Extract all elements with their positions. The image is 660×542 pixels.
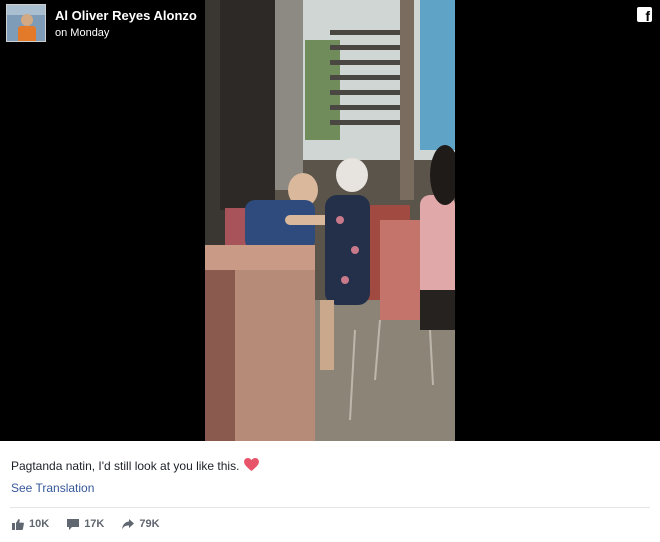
like-count-button[interactable]: 10K (12, 518, 49, 530)
video-scene-image (205, 0, 455, 441)
share-count-button[interactable]: 79K (122, 518, 160, 530)
author-name[interactable]: Al Oliver Reyes Alonzo (55, 8, 197, 24)
facebook-icon[interactable]: f (637, 7, 652, 24)
post-time[interactable]: on Monday (55, 26, 197, 40)
comment-count: 17K (84, 518, 105, 530)
heart-icon (244, 458, 260, 474)
divider (10, 507, 650, 508)
thumbs-up-icon (12, 518, 24, 530)
share-count: 79K (139, 518, 160, 530)
post-caption: Pagtanda natin, I'd still look at you li… (11, 458, 260, 474)
video-player[interactable]: Al Oliver Reyes Alonzo on Monday f (0, 0, 660, 441)
share-arrow-icon (122, 518, 135, 529)
like-count: 10K (29, 518, 50, 530)
author-avatar[interactable] (6, 4, 46, 42)
comment-icon (67, 518, 80, 530)
video-frame[interactable] (205, 0, 455, 441)
post-header: Al Oliver Reyes Alonzo on Monday (6, 4, 197, 42)
engagement-stats: 10K 17K 79K (12, 518, 178, 530)
comment-count-button[interactable]: 17K (67, 518, 104, 530)
caption-text: Pagtanda natin, I'd still look at you li… (11, 459, 240, 473)
see-translation-link[interactable]: See Translation (11, 481, 94, 495)
